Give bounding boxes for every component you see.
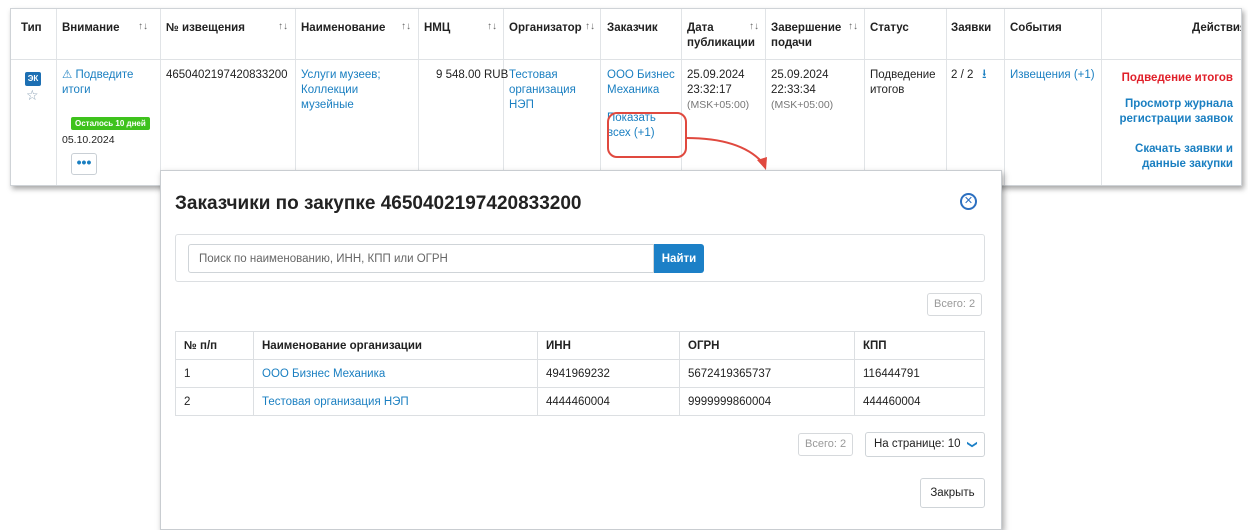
column-header-inn: ИНН	[537, 331, 680, 360]
ogrn-cell: 5672419365737	[679, 359, 855, 388]
header-submission-end[interactable]: Завершение подачи	[771, 21, 846, 51]
search-button[interactable]: Найти	[654, 244, 704, 273]
header-actions: Действия	[1192, 22, 1242, 34]
search-panel: Найти	[175, 234, 985, 282]
close-icon[interactable]: ✕	[960, 193, 977, 210]
close-button[interactable]: Закрыть	[920, 478, 985, 508]
sort-icon[interactable]: ↑↓	[749, 21, 759, 32]
total-count-top: Всего: 2	[927, 293, 983, 316]
row-index: 1	[175, 359, 254, 388]
header-organizer[interactable]: Организатор	[509, 21, 582, 36]
publication-time: 23:32:17	[687, 84, 732, 96]
type-badge: ЭК	[25, 72, 41, 86]
header-customer: Заказчик	[607, 22, 658, 34]
table-row: 2 Тестовая организация НЭП 4444460004 99…	[175, 387, 985, 416]
summarize-action[interactable]: Подведение итогов	[1111, 71, 1233, 86]
end-time: 22:33:34	[771, 84, 816, 96]
org-name-link[interactable]: ООО Бизнес Механика	[253, 359, 538, 388]
kpp-cell: 116444791	[854, 359, 985, 388]
attention-link-label: Подведите итоги	[62, 69, 134, 96]
nmc-value: 9 548.00 RUB	[436, 69, 509, 81]
attention-link[interactable]: ⚠ Подведите итоги	[62, 68, 152, 98]
column-header-index: № п/п	[175, 331, 254, 360]
kpp-cell: 444460004	[854, 387, 985, 416]
purchase-name-link[interactable]: Услуги музеев; Коллекции музейные	[301, 68, 413, 113]
sort-icon[interactable]: ↑↓	[401, 21, 411, 32]
view-journal-action[interactable]: Просмотр журнала регистрации заявок	[1103, 97, 1233, 127]
star-icon[interactable]: ☆	[26, 87, 39, 104]
column-header-ogrn: ОГРН	[679, 331, 855, 360]
table-row: 1 ООО Бизнес Механика 4941969232 5672419…	[175, 359, 985, 388]
header-nmc[interactable]: НМЦ	[424, 21, 450, 36]
total-count-bottom: Всего: 2	[798, 433, 854, 456]
header-name[interactable]: Наименование	[301, 21, 385, 36]
column-header-kpp: КПП	[854, 331, 985, 360]
days-left-badge: Осталось 10 дней	[71, 117, 150, 130]
header-publication-date[interactable]: Дата публикации	[687, 21, 755, 51]
search-input[interactable]	[188, 244, 654, 273]
header-bids: Заявки	[951, 22, 992, 34]
header-type: Тип	[21, 22, 42, 34]
header-events: События	[1010, 22, 1062, 34]
download-bids-action[interactable]: Скачать заявки и данные закупки	[1111, 142, 1233, 172]
inn-cell: 4444460004	[537, 387, 680, 416]
ogrn-cell: 9999999860004	[679, 387, 855, 416]
sort-icon[interactable]: ↑↓	[585, 21, 595, 32]
modal-title: Заказчики по закупке 4650402197420833200	[175, 193, 582, 214]
events-link[interactable]: Извещения (+1)	[1010, 68, 1095, 83]
more-button[interactable]: •••	[71, 153, 97, 175]
sort-icon[interactable]: ↑↓	[848, 21, 858, 32]
warning-icon: ⚠	[62, 69, 73, 81]
annotation-highlight	[607, 112, 687, 158]
per-page-select[interactable]: На странице: 10 ❯	[865, 432, 985, 457]
purchases-table: Тип Внимание ↑↓ № извещения ↑↓ Наименова…	[10, 8, 1242, 186]
organizer-link[interactable]: Тестовая организация НЭП	[509, 68, 589, 113]
publication-timezone: (MSK+05:00)	[687, 99, 750, 111]
download-icon[interactable]: ⭳	[982, 66, 987, 81]
end-timezone: (MSK+05:00)	[771, 99, 834, 111]
per-page-label: На странице: 10	[874, 438, 961, 450]
row-index: 2	[175, 387, 254, 416]
org-name-link[interactable]: Тестовая организация НЭП	[253, 387, 538, 416]
customers-table: № п/п Наименование организации ИНН ОГРН …	[175, 331, 985, 416]
column-header-org-name: Наименование организации	[253, 331, 538, 360]
notice-number: 4650402197420833200	[166, 69, 288, 81]
sort-icon[interactable]: ↑↓	[487, 21, 497, 32]
publication-date: 25.09.2024	[687, 69, 745, 81]
bids-count: 2 / 2	[951, 69, 974, 81]
status-text: Подведение итогов	[870, 69, 936, 96]
end-date: 25.09.2024	[771, 69, 829, 81]
sort-icon[interactable]: ↑↓	[138, 21, 148, 32]
header-notice-number[interactable]: № извещения	[166, 21, 245, 36]
customers-modal: Заказчики по закупке 4650402197420833200…	[160, 170, 1002, 530]
header-attention[interactable]: Внимание	[62, 21, 119, 36]
chevron-down-icon: ❯	[966, 440, 978, 449]
inn-cell: 4941969232	[537, 359, 680, 388]
attention-date: 05.10.2024	[62, 134, 115, 146]
customer-link[interactable]: ООО Бизнес Механика	[607, 68, 679, 98]
sort-icon[interactable]: ↑↓	[278, 21, 288, 32]
header-status: Статус	[870, 22, 909, 34]
